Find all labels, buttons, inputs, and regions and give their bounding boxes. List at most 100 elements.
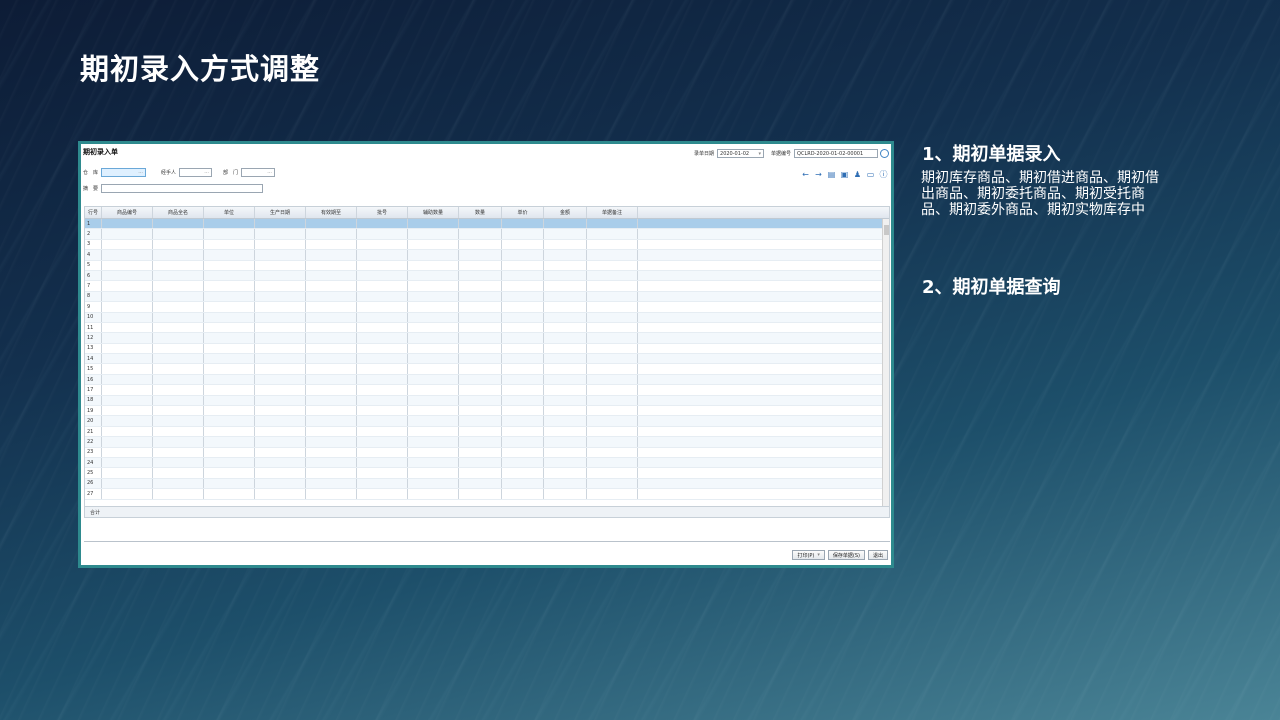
table-cell[interactable] (306, 489, 357, 499)
table-cell[interactable] (204, 322, 255, 333)
table-row[interactable]: 3 (85, 239, 889, 251)
table-cell[interactable] (153, 343, 204, 354)
table-cell[interactable] (502, 374, 544, 385)
table-cell[interactable] (255, 239, 306, 250)
save-button[interactable]: 保存单据(S) (827, 550, 865, 560)
row-number[interactable]: 1 (85, 219, 102, 229)
column-header[interactable]: 金额 (544, 207, 587, 218)
table-cell[interactable] (408, 354, 459, 364)
row-number[interactable]: 19 (85, 406, 102, 416)
table-cell[interactable] (255, 478, 306, 489)
table-cell[interactable] (502, 364, 544, 374)
table-row[interactable]: 20 (85, 416, 889, 427)
table-row[interactable]: 7 (85, 281, 889, 292)
table-cell[interactable] (408, 478, 459, 489)
table-cell[interactable] (544, 426, 587, 437)
table-cell[interactable] (408, 489, 459, 499)
table-cell[interactable] (587, 468, 638, 478)
table-cell[interactable] (255, 219, 306, 229)
table-cell[interactable] (153, 489, 204, 499)
table-cell[interactable] (544, 447, 587, 457)
table-cell[interactable] (544, 281, 587, 291)
table-cell[interactable] (306, 250, 357, 260)
table-cell[interactable] (153, 468, 204, 478)
table-cell[interactable] (204, 270, 255, 281)
table-cell[interactable] (204, 219, 255, 229)
table-row[interactable]: 2 (85, 229, 889, 240)
table-cell[interactable] (102, 437, 153, 447)
table-cell[interactable] (204, 447, 255, 457)
table-cell[interactable] (357, 354, 408, 364)
user-icon[interactable]: ♟ (853, 170, 862, 179)
table-cell[interactable] (587, 291, 638, 302)
table-cell[interactable] (357, 385, 408, 395)
table-cell[interactable] (459, 489, 502, 499)
table-cell[interactable] (306, 270, 357, 281)
table-cell[interactable] (153, 333, 204, 343)
table-cell[interactable] (408, 312, 459, 322)
table-cell[interactable] (544, 489, 587, 499)
row-number[interactable]: 15 (85, 364, 102, 374)
table-cell[interactable] (408, 457, 459, 468)
table-cell[interactable] (459, 322, 502, 333)
table-cell[interactable] (357, 489, 408, 499)
table-row[interactable]: 9 (85, 302, 889, 313)
table-cell[interactable] (544, 270, 587, 281)
table-cell[interactable] (255, 395, 306, 406)
column-header[interactable]: 有效期至 (306, 207, 357, 218)
summary-input[interactable] (101, 184, 264, 193)
table-cell[interactable] (502, 281, 544, 291)
table-cell[interactable] (153, 385, 204, 395)
table-row[interactable]: 8 (85, 291, 889, 303)
table-cell[interactable] (544, 250, 587, 260)
row-number[interactable]: 18 (85, 395, 102, 406)
table-cell[interactable] (357, 333, 408, 343)
table-cell[interactable] (102, 219, 153, 229)
table-cell[interactable] (204, 395, 255, 406)
table-cell[interactable] (587, 364, 638, 374)
table-row[interactable]: 24 (85, 457, 889, 469)
table-cell[interactable] (502, 333, 544, 343)
table-cell[interactable] (255, 447, 306, 457)
table-cell[interactable] (459, 354, 502, 364)
table-cell[interactable] (153, 374, 204, 385)
table-cell[interactable] (408, 250, 459, 260)
table-row[interactable]: 21 (85, 426, 889, 438)
table-cell[interactable] (306, 468, 357, 478)
table-cell[interactable] (459, 219, 502, 229)
table-cell[interactable] (306, 291, 357, 302)
table-cell[interactable] (102, 457, 153, 468)
column-header[interactable]: 商品编号 (102, 207, 153, 218)
table-cell[interactable] (255, 457, 306, 468)
table-cell[interactable] (306, 406, 357, 416)
row-number[interactable]: 6 (85, 270, 102, 281)
table-cell[interactable] (204, 291, 255, 302)
column-header[interactable]: 单位 (204, 207, 255, 218)
table-cell[interactable] (204, 229, 255, 239)
table-cell[interactable] (408, 416, 459, 426)
table-cell[interactable] (544, 312, 587, 322)
table-cell[interactable] (102, 260, 153, 270)
table-cell[interactable] (459, 437, 502, 447)
row-number[interactable]: 10 (85, 312, 102, 322)
table-cell[interactable] (204, 416, 255, 426)
table-cell[interactable] (502, 385, 544, 395)
table-cell[interactable] (102, 426, 153, 437)
table-cell[interactable] (255, 250, 306, 260)
table-cell[interactable] (306, 260, 357, 270)
table-cell[interactable] (306, 312, 357, 322)
table-cell[interactable] (204, 426, 255, 437)
row-number[interactable]: 3 (85, 239, 102, 250)
table-cell[interactable] (459, 239, 502, 250)
table-cell[interactable] (204, 302, 255, 312)
table-cell[interactable] (502, 322, 544, 333)
table-cell[interactable] (255, 426, 306, 437)
table-cell[interactable] (459, 478, 502, 489)
table-cell[interactable] (153, 395, 204, 406)
table-cell[interactable] (255, 437, 306, 447)
table-cell[interactable] (153, 364, 204, 374)
table-cell[interactable] (587, 250, 638, 260)
table-cell[interactable] (502, 478, 544, 489)
table-cell[interactable] (459, 229, 502, 239)
table-cell[interactable] (357, 478, 408, 489)
